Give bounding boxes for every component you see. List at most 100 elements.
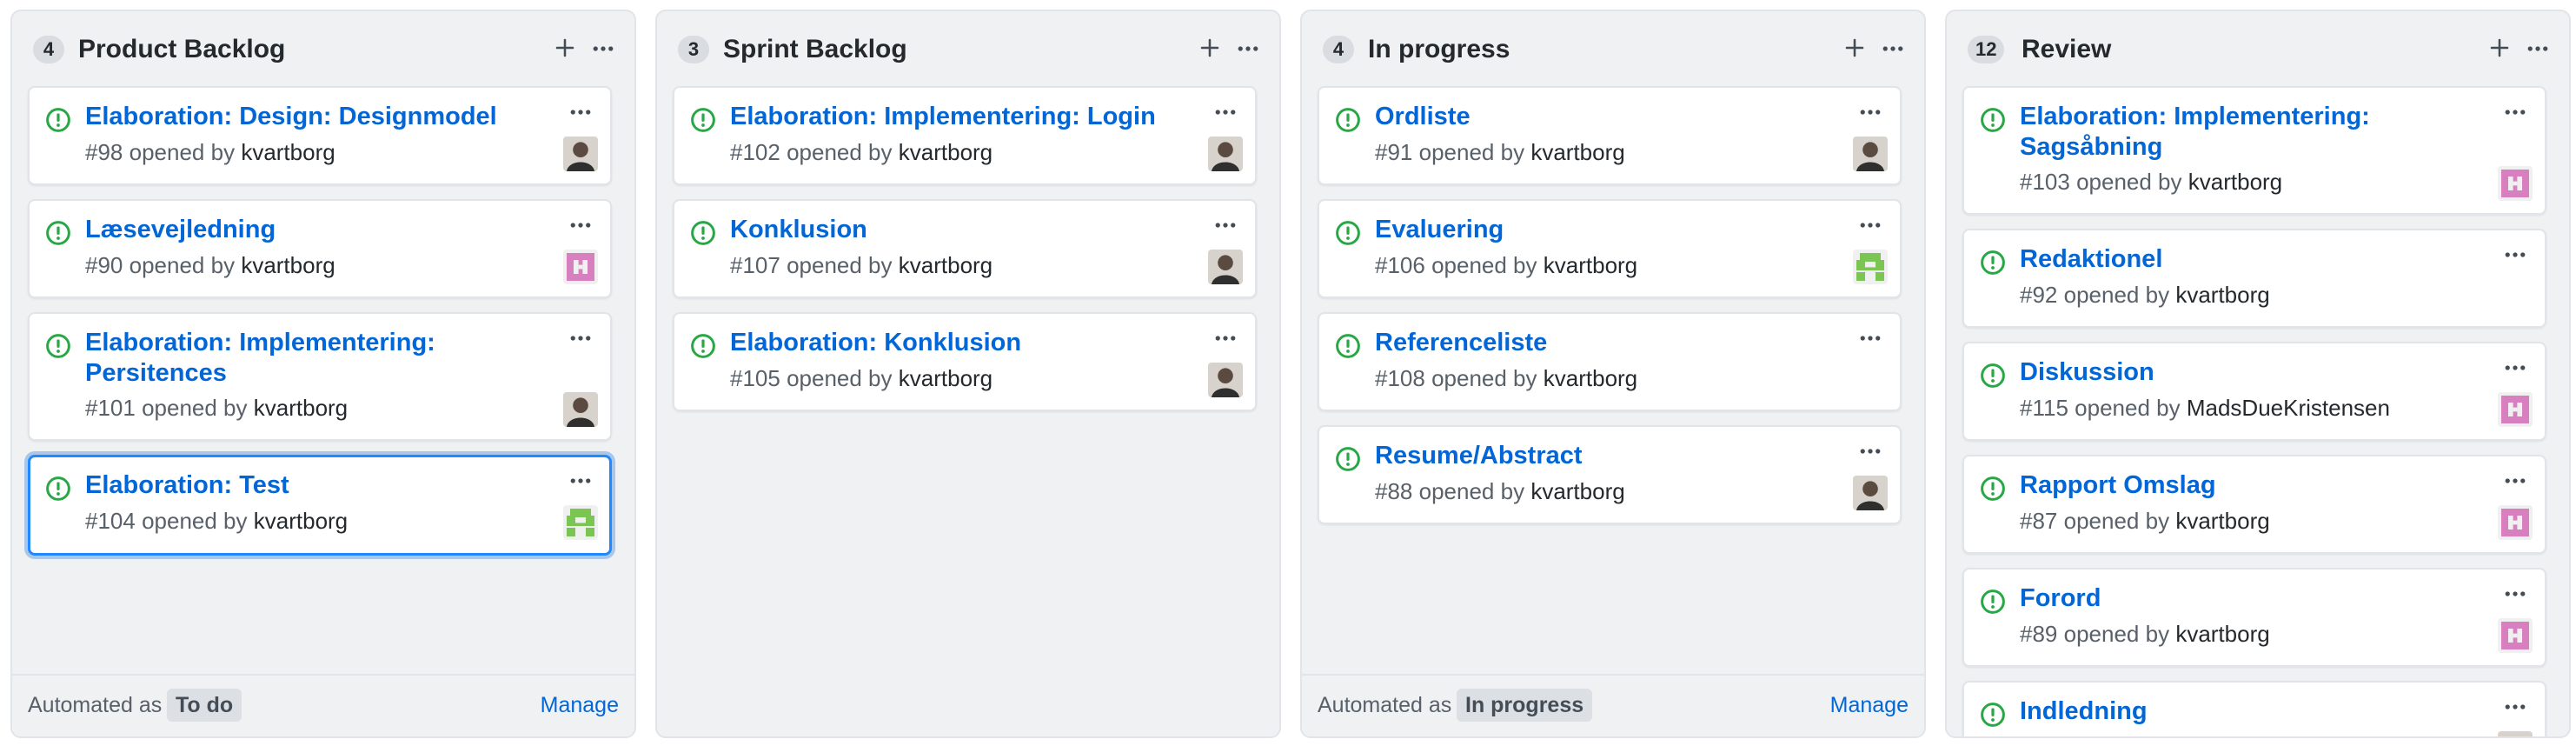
issue-author[interactable]: kvartborg [2175, 508, 2269, 534]
issue-author[interactable]: kvartborg [254, 508, 348, 534]
issue-title-link[interactable]: Elaboration: Implementering: Persitences [85, 328, 520, 389]
avatar[interactable] [1208, 137, 1243, 171]
avatar[interactable] [563, 137, 598, 171]
issue-author[interactable]: kvartborg [2175, 621, 2269, 647]
issue-author[interactable]: kvartborg [2188, 169, 2282, 195]
issue-title-link[interactable]: Ordliste [1375, 102, 1809, 132]
kebab-horizontal-icon[interactable] [2498, 100, 2533, 124]
issue-card[interactable]: Resume/Abstract #88 opened by kvartborg [1318, 425, 1902, 524]
issue-author[interactable]: kvartborg [2175, 282, 2269, 308]
kebab-horizontal-icon[interactable] [1208, 100, 1243, 124]
kebab-horizontal-icon[interactable] [2498, 356, 2533, 380]
kebab-horizontal-icon[interactable] [1208, 326, 1243, 350]
issue-title-link[interactable]: Resume/Abstract [1375, 441, 1809, 471]
kebab-horizontal-icon[interactable] [563, 326, 598, 350]
issue-author[interactable]: kvartborg [1544, 252, 1637, 278]
issue-card[interactable]: Elaboration: Implementering: Login #102 … [673, 86, 1257, 185]
issue-title-link[interactable]: Elaboration: Design: Designmodel [85, 102, 520, 132]
issue-card[interactable]: Referenceliste #108 opened by kvartborg [1318, 312, 1902, 411]
plus-icon[interactable] [1837, 30, 1872, 65]
kebab-horizontal-icon[interactable] [2498, 469, 2533, 493]
avatar[interactable] [2498, 505, 2533, 540]
kebab-horizontal-icon[interactable] [2498, 582, 2533, 606]
kebab-horizontal-icon[interactable] [1853, 326, 1888, 350]
issue-card[interactable]: Elaboration: Implementering: Persitences… [28, 312, 612, 441]
opened-by-label: opened by [1431, 252, 1537, 278]
issue-number: #105 [730, 365, 780, 391]
issue-card[interactable]: Ordliste #91 opened by kvartborg [1318, 86, 1902, 185]
kebab-horizontal-icon[interactable] [1208, 213, 1243, 237]
kebab-horizontal-icon[interactable] [2498, 243, 2533, 267]
kebab-horizontal-icon[interactable] [1876, 30, 1910, 65]
issue-author[interactable]: kvartborg [899, 365, 993, 391]
avatar[interactable] [1853, 476, 1888, 510]
issue-author[interactable]: MadsDueKristensen [2187, 395, 2390, 421]
issue-card[interactable]: Konklusion #107 opened by kvartborg [673, 199, 1257, 298]
kebab-horizontal-icon[interactable] [1853, 100, 1888, 124]
issue-card[interactable]: Elaboration: Konklusion #105 opened by k… [673, 312, 1257, 411]
issue-author[interactable]: kvartborg [899, 139, 993, 165]
issue-author[interactable]: kvartborg [1530, 139, 1624, 165]
plus-icon[interactable] [2482, 30, 2517, 65]
avatar[interactable] [563, 392, 598, 427]
issue-author[interactable]: kvartborg [241, 139, 335, 165]
plus-icon[interactable] [548, 30, 582, 65]
issue-card[interactable]: Læsevejledning #90 opened by kvartborg [28, 199, 612, 298]
issue-card[interactable]: Evaluering #106 opened by kvartborg [1318, 199, 1902, 298]
avatar[interactable] [563, 250, 598, 284]
opened-by-label: opened by [142, 395, 248, 421]
issue-meta: #102 opened by kvartborg [730, 138, 993, 166]
issue-title-link[interactable]: Elaboration: Implementering: Sagsåbning [2020, 102, 2454, 163]
issue-title-link[interactable]: Læsevejledning [85, 215, 520, 245]
issue-card[interactable]: Indledning [1962, 681, 2546, 738]
avatar[interactable] [2498, 166, 2533, 201]
issue-title-link[interactable]: Rapport Omslag [2020, 470, 2454, 501]
kebab-horizontal-icon[interactable] [2520, 30, 2555, 65]
column-in-progress: 4 In progress Ordliste #91 opened by kva… [1300, 10, 1926, 738]
issue-title-link[interactable]: Elaboration: Konklusion [730, 328, 1165, 358]
issue-card-selected[interactable]: Elaboration: Test #104 opened by kvartbo… [28, 455, 612, 556]
avatar[interactable] [2498, 392, 2533, 427]
kebab-horizontal-icon[interactable] [2498, 695, 2533, 719]
avatar[interactable] [563, 505, 598, 540]
column-header: 4 Product Backlog [12, 11, 634, 86]
avatar[interactable] [1853, 250, 1888, 284]
issue-title-link[interactable]: Referenceliste [1375, 328, 1809, 358]
issue-author[interactable]: kvartborg [241, 252, 335, 278]
avatar[interactable] [1208, 250, 1243, 284]
manage-automation-link[interactable]: Manage [1830, 691, 1909, 719]
issue-card[interactable]: Elaboration: Design: Designmodel #98 ope… [28, 86, 612, 185]
avatar[interactable] [2498, 618, 2533, 653]
issue-author[interactable]: kvartborg [1544, 365, 1637, 391]
issue-card[interactable]: Forord #89 opened by kvartborg [1962, 568, 2546, 667]
issue-title-link[interactable]: Redaktionel [2020, 244, 2454, 275]
avatar[interactable] [2498, 731, 2533, 738]
issue-card[interactable]: Redaktionel #92 opened by kvartborg [1962, 229, 2546, 328]
kebab-horizontal-icon[interactable] [1853, 439, 1888, 463]
issue-title-link[interactable]: Evaluering [1375, 215, 1809, 245]
plus-icon[interactable] [1192, 30, 1227, 65]
kebab-horizontal-icon[interactable] [563, 100, 598, 124]
issue-title-link[interactable]: Konklusion [730, 215, 1165, 245]
issue-author[interactable]: kvartborg [899, 252, 993, 278]
issue-title-link[interactable]: Elaboration: Implementering: Login [730, 102, 1165, 132]
issue-title-link[interactable]: Forord [2020, 583, 2454, 614]
avatar[interactable] [1853, 137, 1888, 171]
issue-card[interactable]: Elaboration: Implementering: Sagsåbning … [1962, 86, 2546, 215]
avatar[interactable] [1208, 363, 1243, 397]
manage-automation-link[interactable]: Manage [541, 691, 619, 719]
issue-title-link[interactable]: Diskussion [2020, 357, 2454, 388]
kebab-horizontal-icon[interactable] [1231, 30, 1265, 65]
issue-opened-icon [1981, 108, 2005, 132]
issue-opened-icon [46, 334, 70, 358]
issue-title-link[interactable]: Elaboration: Test [85, 470, 520, 501]
kebab-horizontal-icon[interactable] [563, 469, 598, 493]
issue-card[interactable]: Diskussion #115 opened by MadsDueKristen… [1962, 342, 2546, 441]
issue-card[interactable]: Rapport Omslag #87 opened by kvartborg [1962, 455, 2546, 554]
kebab-horizontal-icon[interactable] [1853, 213, 1888, 237]
issue-author[interactable]: kvartborg [1530, 478, 1624, 504]
kebab-horizontal-icon[interactable] [563, 213, 598, 237]
kebab-horizontal-icon[interactable] [586, 30, 621, 65]
issue-title-link[interactable]: Indledning [2020, 696, 2454, 727]
issue-author[interactable]: kvartborg [254, 395, 348, 421]
